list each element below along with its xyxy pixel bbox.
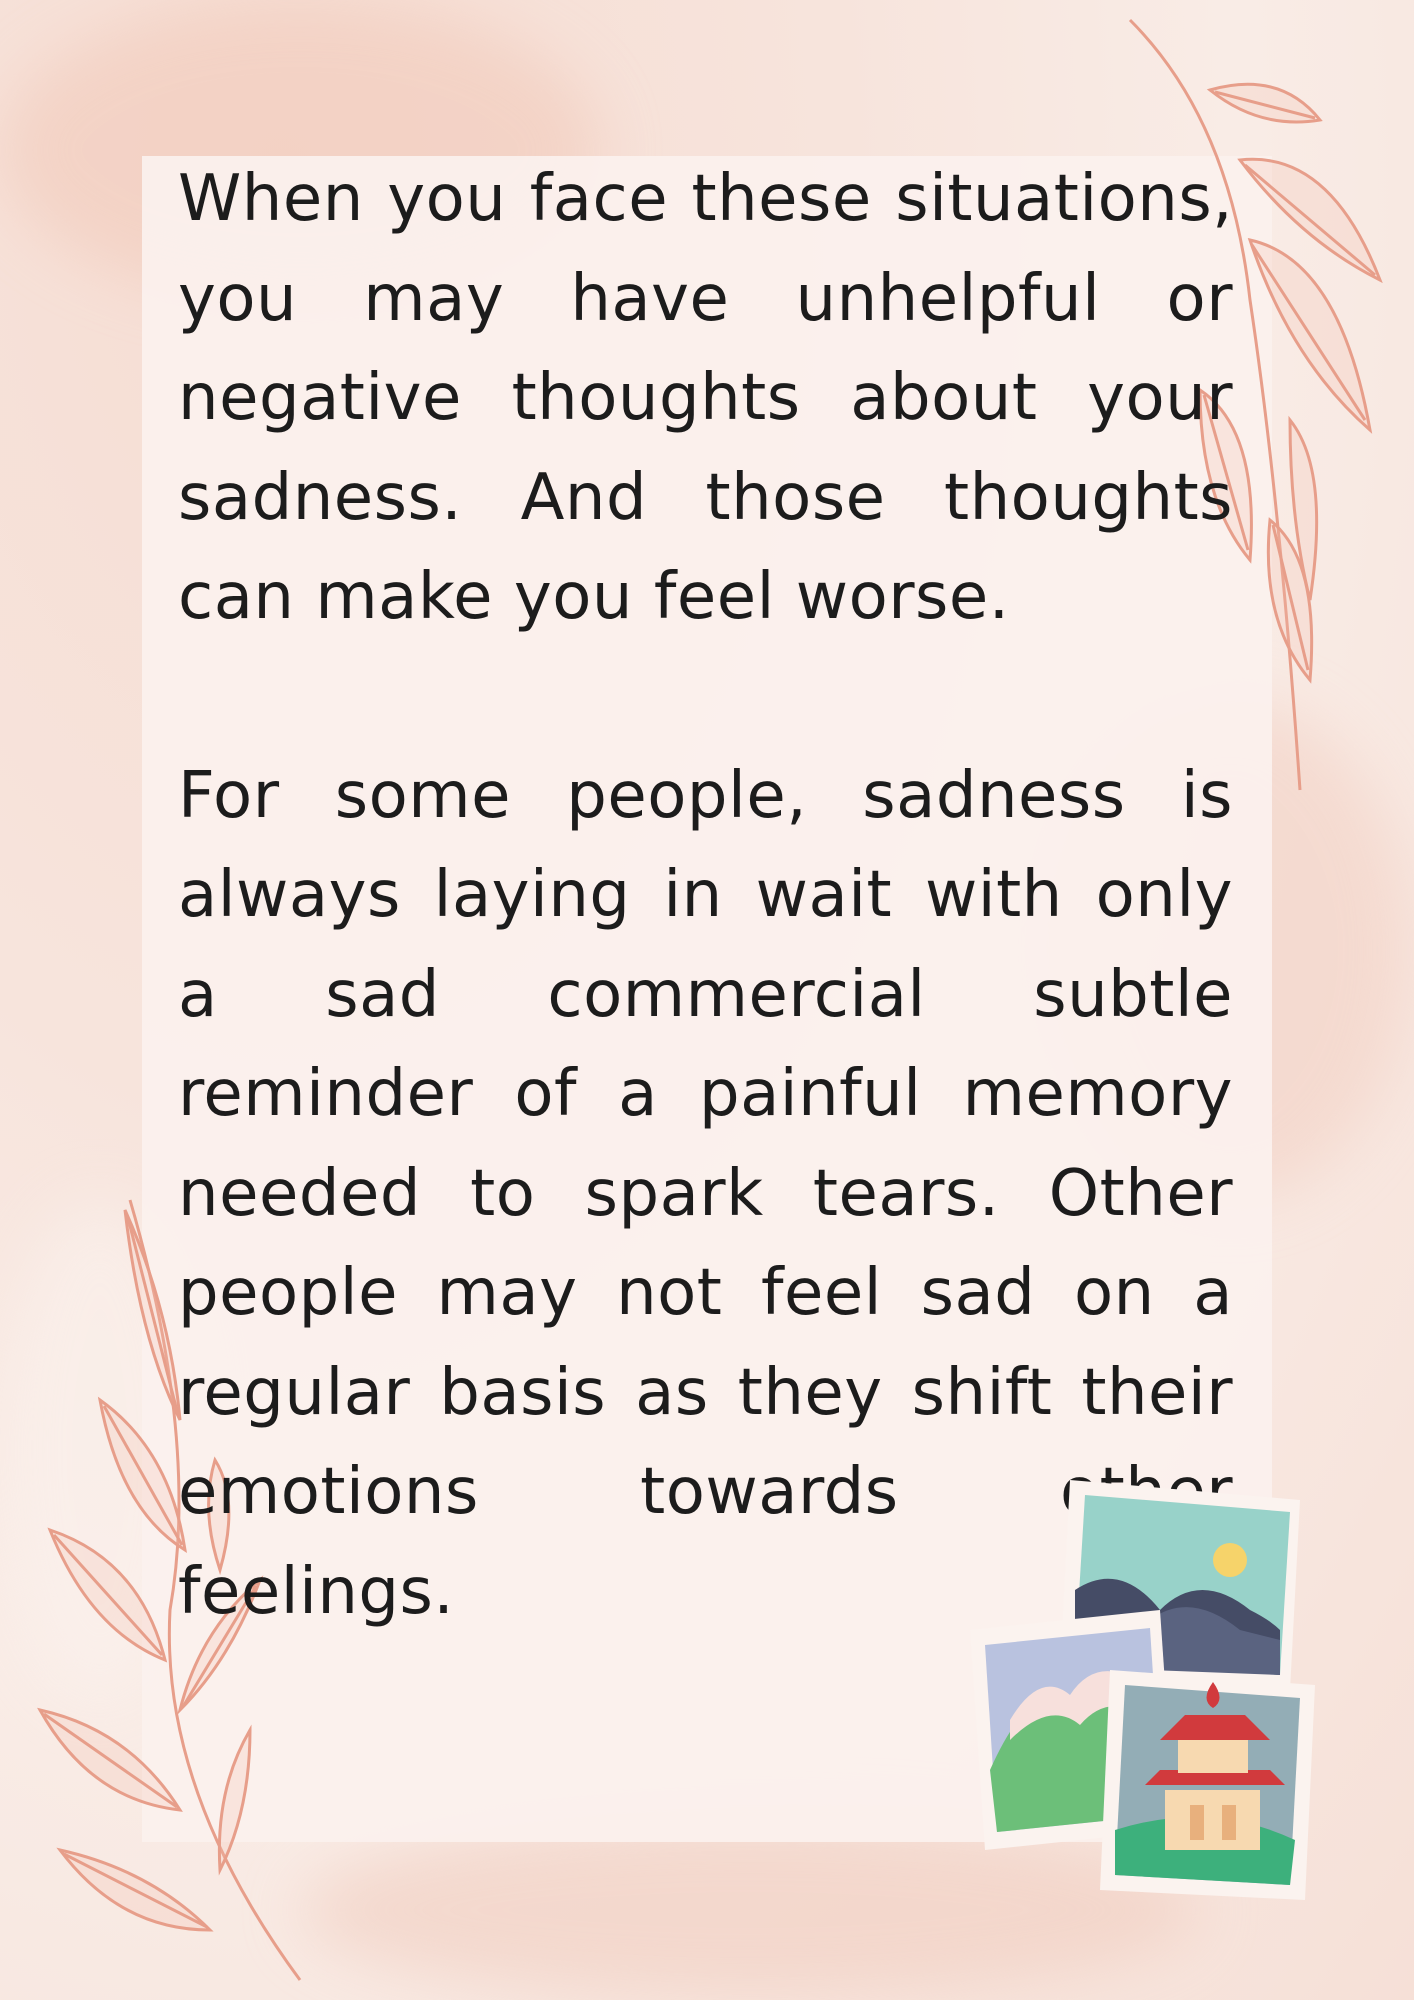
photo-stickers <box>970 1480 1315 1900</box>
body-text: When you face these situations, you may … <box>178 150 1233 1642</box>
paragraph: When you face these situations, you may … <box>178 162 1233 634</box>
pagoda-photo-icon <box>1100 1670 1315 1900</box>
